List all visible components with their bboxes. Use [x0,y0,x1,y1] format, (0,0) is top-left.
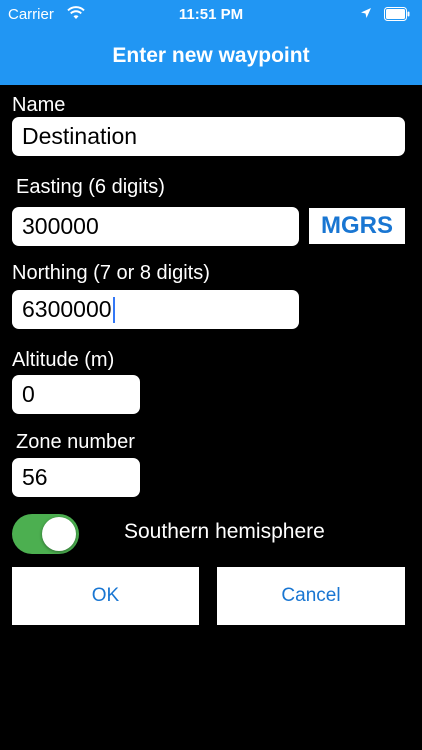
altitude-field[interactable]: 0 [12,375,140,414]
northing-field[interactable]: 6300000 [12,290,299,329]
nav-bar: Enter new waypoint [0,30,422,85]
status-time: 11:51 PM [178,6,244,23]
page-title: Enter new waypoint [112,44,310,67]
cancel-button[interactable]: Cancel [217,567,405,625]
easting-field[interactable]: 300000 [12,207,299,246]
toggle-knob [42,517,76,551]
northing-label: Northing (7 or 8 digits) [12,262,210,284]
zone-label: Zone number [16,431,135,453]
location-arrow-icon [361,8,371,18]
ok-button[interactable]: OK [12,567,199,625]
mgrs-button[interactable]: MGRS [309,208,405,244]
name-label: Name [12,94,66,116]
southern-hemisphere-label: Southern hemisphere [124,520,325,543]
easting-label: Easting (6 digits) [16,176,165,198]
zone-field[interactable]: 56 [12,458,140,497]
altitude-value: 0 [22,381,35,407]
northing-value: 6300000 [22,296,112,322]
zone-value: 56 [22,464,48,490]
status-bar: Carrier 11:51 PM [0,0,422,30]
altitude-label: Altitude (m) [12,349,115,371]
southern-hemisphere-toggle[interactable] [12,514,79,554]
name-field[interactable]: Destination [12,117,405,156]
battery-icon [384,7,410,21]
easting-value: 300000 [22,213,99,239]
text-cursor [112,296,115,323]
name-value: Destination [22,123,138,149]
